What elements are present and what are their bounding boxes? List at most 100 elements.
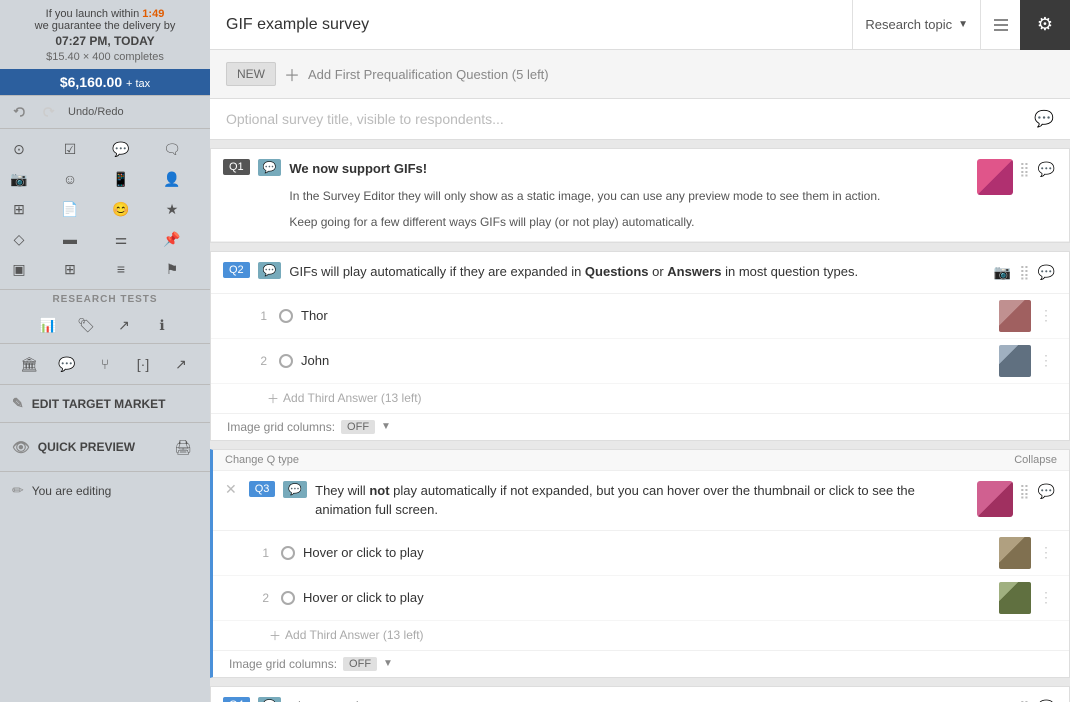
- list-view-btn[interactable]: [980, 0, 1020, 50]
- q2-speech-icon: 💬: [258, 262, 282, 279]
- checkbox-icon-btn[interactable]: ☑: [55, 135, 85, 163]
- face-icon-btn[interactable]: ☺: [55, 165, 85, 193]
- q2-grid-dropdown-icon[interactable]: ▼: [381, 421, 391, 432]
- q3-grid-dropdown-icon[interactable]: ▼: [383, 658, 393, 669]
- comment-icon-btn[interactable]: 🗨: [157, 135, 187, 163]
- survey-title-area: Optional survey title, visible to respon…: [210, 99, 1070, 140]
- branch-icon-btn[interactable]: ⚌: [106, 225, 136, 253]
- q2-add-icon: ＋: [267, 390, 279, 407]
- q3-add-icon: ＋: [269, 627, 281, 644]
- question-block-q3: Change Q type Collapse ✕ Q3 💬 They will …: [210, 449, 1070, 678]
- chat-icon-btn[interactable]: 💬: [106, 135, 136, 163]
- list-icon-btn[interactable]: ≡: [106, 255, 136, 283]
- survey-title-input[interactable]: [210, 0, 852, 49]
- emoji-icon-btn[interactable]: 😊: [106, 195, 136, 223]
- flag-icon-btn[interactable]: ⚑: [157, 255, 187, 283]
- bar-chart-icon-btn[interactable]: 📊: [33, 311, 63, 339]
- camera-icon-btn[interactable]: 📷: [4, 165, 34, 193]
- q2-answer-2: 2 John ⋮: [211, 339, 1069, 384]
- q3-text: They will not play automatically if not …: [315, 481, 969, 520]
- q2-answer-1-img: [999, 300, 1031, 332]
- pencil-icon: ✏: [12, 482, 24, 499]
- q1-grid-icon[interactable]: ⣿: [1017, 159, 1031, 180]
- q2-answer-2-radio[interactable]: [279, 354, 293, 368]
- fork-icon-btn[interactable]: ⑂: [90, 350, 120, 378]
- q1-badge: Q1: [223, 159, 250, 175]
- pin-icon-btn[interactable]: 📌: [157, 225, 187, 253]
- q2-comment-icon[interactable]: 💬: [1036, 262, 1057, 283]
- q3-answer-2-menu[interactable]: ⋮: [1039, 589, 1053, 606]
- share-icon-btn[interactable]: ↗: [109, 311, 139, 339]
- q3-answer-1-text: Hover or click to play: [303, 545, 991, 560]
- export-icon-btn[interactable]: ↗: [166, 350, 196, 378]
- chat2-icon-btn[interactable]: 💬: [52, 350, 82, 378]
- q1-right-icons: ⣿ 💬: [977, 159, 1057, 195]
- scan-icon-btn[interactable]: ▣: [4, 255, 34, 283]
- doc-icon-btn[interactable]: 📄: [55, 195, 85, 223]
- bank-icon-btn[interactable]: 🏛: [14, 350, 44, 378]
- q4-camera-icon[interactable]: 📷: [992, 697, 1013, 702]
- info-icon-btn[interactable]: ℹ: [147, 311, 177, 339]
- grid-icon-btn[interactable]: ⊞: [4, 195, 34, 223]
- research-tests-label: RESEARCH TESTS: [0, 290, 210, 307]
- total-price-btn[interactable]: $6,160.00 + tax: [0, 69, 210, 95]
- q2-image-grid-row: Image grid columns: OFF ▼: [211, 413, 1069, 440]
- countdown-timer: 1:49: [142, 8, 164, 20]
- person-icon-btn[interactable]: 👤: [157, 165, 187, 193]
- q4-badge: Q4: [223, 697, 250, 702]
- q2-answer-1-menu[interactable]: ⋮: [1039, 307, 1053, 324]
- settings-btn[interactable]: ⚙: [1020, 0, 1070, 50]
- undo-icon: [12, 104, 28, 120]
- record-icon-btn[interactable]: ⊙: [4, 135, 34, 163]
- q3-image-grid-row: Image grid columns: OFF ▼: [213, 650, 1069, 677]
- q2-answer-1-text: Thor: [301, 308, 991, 323]
- q3-comment-icon[interactable]: 💬: [1036, 481, 1057, 502]
- q3-collapse-btn[interactable]: Collapse: [1014, 454, 1057, 466]
- q3-answer-1-img: [999, 537, 1031, 569]
- sidebar: If you launch within 1:49 we guarantee t…: [0, 0, 210, 702]
- q3-speech-icon: 💬: [283, 481, 307, 498]
- q3-delete-btn[interactable]: ✕: [225, 481, 237, 498]
- q3-answer-1-menu[interactable]: ⋮: [1039, 544, 1053, 561]
- qr-icon-btn[interactable]: ⊞: [55, 255, 85, 283]
- slider-icon-btn[interactable]: ▬: [55, 225, 85, 253]
- question-block-q1: Q1 💬 We now support GIFs! In the Survey …: [210, 148, 1070, 243]
- q2-grid-icon[interactable]: ⣿: [1017, 262, 1031, 283]
- research-topic-btn[interactable]: Research topic ▼: [852, 0, 980, 49]
- q1-text: We now support GIFs! In the Survey Edito…: [289, 159, 969, 231]
- q3-change-type-btn[interactable]: Change Q type: [225, 454, 299, 466]
- q1-comment-icon[interactable]: 💬: [1036, 159, 1057, 180]
- print-icon-btn[interactable]: 🖨: [168, 433, 198, 461]
- new-question-btn[interactable]: NEW: [226, 62, 276, 86]
- comment-icon: 💬: [1034, 109, 1054, 129]
- q3-answer-2-radio[interactable]: [281, 591, 295, 605]
- time-display: 07:27 PM, TODAY: [10, 34, 200, 48]
- dropdown-arrow-icon: ▼: [958, 19, 968, 30]
- delivery-message: If you launch within 1:49 we guarantee t…: [10, 8, 200, 32]
- bracket-icon-btn[interactable]: [·]: [128, 350, 158, 378]
- redo-button[interactable]: [36, 100, 60, 124]
- q4-grid-icon[interactable]: ⣿: [1017, 697, 1031, 702]
- mobile-icon-btn[interactable]: 📱: [106, 165, 136, 193]
- q2-header: Q2 💬 GIFs will play automatically if the…: [211, 252, 1069, 294]
- research-icons: 📊 🏷 ↗ ℹ: [0, 307, 210, 344]
- q3-answer-1-radio[interactable]: [281, 546, 295, 560]
- edit-target-market-btn[interactable]: ✎ EDIT TARGET MARKET: [0, 385, 210, 423]
- q3-add-answer[interactable]: ＋ Add Third Answer (13 left): [213, 621, 1069, 650]
- star-icon-btn[interactable]: ★: [157, 195, 187, 223]
- undo-button[interactable]: [8, 100, 32, 124]
- q4-header: Q4 💬 Please read: 📷 ⣿ 💬: [211, 687, 1069, 702]
- q2-camera-icon[interactable]: 📷: [992, 262, 1013, 283]
- q3-answer-1-num: 1: [253, 546, 269, 560]
- quick-preview-btn[interactable]: 👁 QUICK PREVIEW 🖨: [0, 423, 210, 472]
- undo-redo-row: Undo/Redo: [0, 96, 210, 129]
- location-icon-btn[interactable]: ◇: [4, 225, 34, 253]
- q2-add-answer[interactable]: ＋ Add Third Answer (13 left): [211, 384, 1069, 413]
- q3-grid-icon[interactable]: ⣿: [1017, 481, 1031, 502]
- tag-icon-btn[interactable]: 🏷: [71, 311, 101, 339]
- question-block-q2: Q2 💬 GIFs will play automatically if the…: [210, 251, 1070, 441]
- q4-text: Please read:: [289, 697, 983, 702]
- q4-comment-icon[interactable]: 💬: [1036, 697, 1057, 702]
- q2-answer-1-radio[interactable]: [279, 309, 293, 323]
- q2-answer-2-menu[interactable]: ⋮: [1039, 352, 1053, 369]
